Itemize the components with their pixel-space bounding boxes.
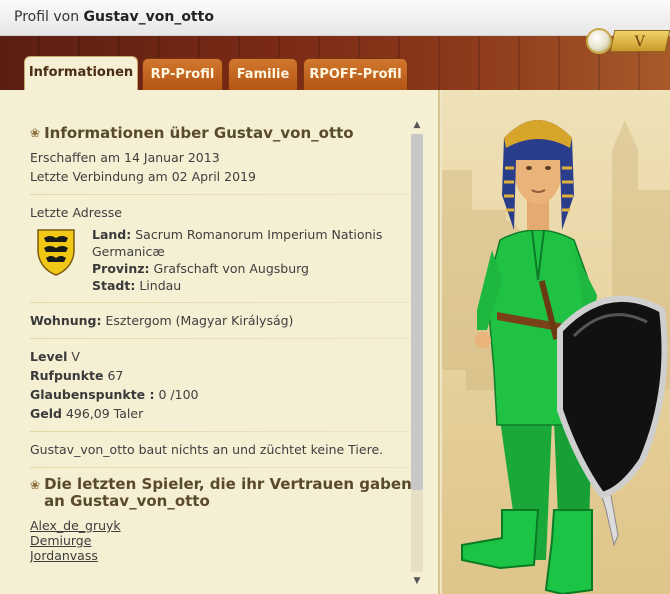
trust-player-link[interactable]: Alex_de_gruyk xyxy=(30,518,420,533)
info-section-title: ❀ Informationen über Gustav_von_otto xyxy=(30,124,420,142)
level-row: Level V xyxy=(30,349,80,364)
divider xyxy=(30,194,420,195)
fame-row: Rufpunkte 67 xyxy=(30,368,124,383)
residence-value: Esztergom (Magyar Királyság) xyxy=(105,313,294,328)
tab-informationen[interactable]: Informationen xyxy=(24,56,138,90)
divider xyxy=(30,302,420,303)
trust-section-title-text: Die letzten Spieler, die ihr Vertrauen g… xyxy=(44,475,412,510)
address-details: Land: Sacrum Romanorum Imperium Nationis… xyxy=(92,226,402,294)
city-value: Lindau xyxy=(139,278,182,293)
window-title: Profil von Gustav_von_otto xyxy=(14,9,214,25)
province-row: Provinz: Grafschaft von Augsburg xyxy=(92,261,309,276)
trust-section-title: ❀ Die letzten Spieler, die ihr Vertrauen… xyxy=(30,476,420,510)
character-portrait xyxy=(442,90,670,594)
divider xyxy=(30,431,420,432)
trust-section-icon: ❀ xyxy=(30,478,41,492)
created-date: Erschaffen am 14 Januar 2013 xyxy=(30,150,220,165)
coin-icon[interactable] xyxy=(586,28,612,54)
fame-value: 67 xyxy=(107,368,124,383)
address-heading: Letzte Adresse xyxy=(30,205,122,220)
content-scrollbar[interactable]: ▲ ▼ xyxy=(408,118,426,588)
window-titlebar: Profil von Gustav_von_otto xyxy=(0,0,670,36)
coat-of-arms-icon xyxy=(37,229,75,276)
money-row: Geld 496,09 Taler xyxy=(30,406,144,421)
money-value: 496,09 Taler xyxy=(65,406,144,421)
level-badge: V xyxy=(609,30,670,52)
city-row: Stadt: Lindau xyxy=(92,278,182,293)
trust-player-list: Alex_de_gruyk Demiurge Jordanvass xyxy=(30,518,420,563)
tab-familie[interactable]: Familie xyxy=(228,58,298,90)
faith-value: 0 /100 xyxy=(158,387,199,402)
activity-text: Gustav_von_otto baut nichts an und zücht… xyxy=(30,442,384,457)
province-value: Grafschaft von Augsburg xyxy=(153,261,309,276)
info-content: ❀ Informationen über Gustav_von_otto Ers… xyxy=(30,124,420,594)
window-title-name: Gustav_von_otto xyxy=(83,9,214,25)
residence-row: Wohnung: Esztergom (Magyar Királyság) xyxy=(30,313,294,328)
land-row: Land: Sacrum Romanorum Imperium Nationis… xyxy=(92,227,383,259)
window-title-prefix: Profil von xyxy=(14,9,80,25)
last-login-date: Letzte Verbindung am 02 April 2019 xyxy=(30,169,256,184)
trust-player-link[interactable]: Jordanvass xyxy=(30,548,420,563)
level-value: V xyxy=(71,349,80,364)
scroll-thumb[interactable] xyxy=(411,134,423,490)
scroll-down-arrow-icon[interactable]: ▼ xyxy=(408,574,426,588)
faith-row: Glaubenspunkte : 0 /100 xyxy=(30,387,199,402)
tab-rp-profil[interactable]: RP-Profil xyxy=(142,58,223,90)
scroll-up-arrow-icon[interactable]: ▲ xyxy=(408,118,426,132)
trust-player-link[interactable]: Demiurge xyxy=(30,533,420,548)
scroll-track[interactable] xyxy=(411,134,423,572)
info-section-icon: ❀ xyxy=(30,126,41,140)
divider xyxy=(30,338,420,339)
info-section-title-text: Informationen über Gustav_von_otto xyxy=(44,124,354,142)
tab-rpoff-profil[interactable]: RPOFF-Profil xyxy=(303,58,408,90)
address-block: Land: Sacrum Romanorum Imperium Nationis… xyxy=(30,226,420,302)
land-value: Sacrum Romanorum Imperium Nationis Germa… xyxy=(92,227,383,259)
character-figure xyxy=(461,120,668,594)
divider xyxy=(30,467,420,468)
